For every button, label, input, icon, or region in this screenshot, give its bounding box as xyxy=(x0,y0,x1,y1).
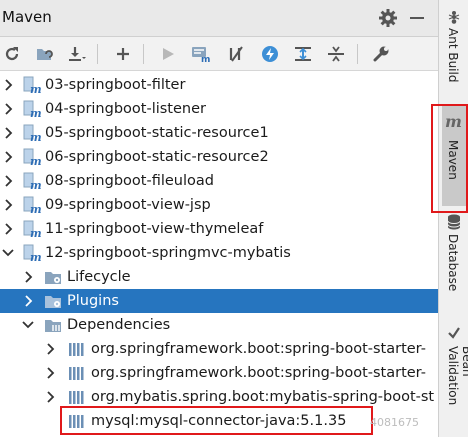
project-tree: m 03-springboot-filter m 04-springboot-l… xyxy=(0,71,438,437)
chevron-right-icon[interactable] xyxy=(4,223,14,235)
collapse-all-icon[interactable] xyxy=(325,43,347,65)
library-icon xyxy=(69,391,84,404)
svg-text:m: m xyxy=(30,203,41,214)
bean-validation-icon xyxy=(448,327,460,339)
database-icon xyxy=(447,214,461,230)
chevron-right-icon[interactable] xyxy=(4,127,14,139)
maven-module-icon: m xyxy=(23,172,41,190)
library-icon xyxy=(69,367,84,380)
tree-row-module[interactable]: m 05-springboot-static-resource1 xyxy=(0,121,438,145)
folder-plugin-icon xyxy=(45,296,61,308)
chevron-right-icon[interactable] xyxy=(4,199,14,211)
svg-text:m: m xyxy=(30,107,41,118)
add-icon[interactable] xyxy=(112,43,134,65)
toolbar: m xyxy=(0,37,438,71)
tree-row-label: Lifecycle xyxy=(67,269,131,285)
tree-row-label: org.mybatis.spring.boot:mybatis-spring-b… xyxy=(91,389,435,405)
maven-module-icon: m xyxy=(23,220,41,238)
svg-text:m: m xyxy=(30,227,41,238)
tab-label: Ant Build xyxy=(446,28,460,83)
tree-row-label: 05-springboot-static-resource1 xyxy=(45,125,269,141)
chevron-right-icon[interactable] xyxy=(46,343,56,355)
tree-row-label: Plugins xyxy=(67,293,119,309)
execute-goal-icon[interactable]: m xyxy=(189,43,211,65)
maven-module-icon: m xyxy=(23,100,41,118)
reload-icon[interactable] xyxy=(1,43,23,65)
show-dependencies-icon[interactable] xyxy=(292,43,314,65)
download-icon[interactable] xyxy=(66,43,88,65)
svg-text:m: m xyxy=(30,131,41,142)
tree-row-module[interactable]: m 03-springboot-filter xyxy=(0,73,438,97)
chevron-right-icon[interactable] xyxy=(46,367,56,379)
tree-row-label: org.springframework.boot:spring-boot-sta… xyxy=(91,341,426,357)
svg-text:m: m xyxy=(201,55,210,63)
tree-row-label: Dependencies xyxy=(67,317,171,333)
tree-row-label: 09-springboot-view-jsp xyxy=(45,197,211,213)
svg-text:m: m xyxy=(30,83,41,94)
watermark: 4081675 xyxy=(370,416,419,429)
chevron-right-icon[interactable] xyxy=(4,79,14,91)
settings-wrench-icon[interactable] xyxy=(370,43,392,65)
window-title: Maven xyxy=(2,8,52,26)
chevron-right-icon[interactable] xyxy=(4,175,14,187)
title-bar: Maven xyxy=(0,0,438,37)
tree-row-label: org.springframework.boot:spring-boot-sta… xyxy=(91,365,426,381)
tree-row-label: 12-springboot-springmvc-mybatis xyxy=(45,245,291,261)
tree-row-label: 06-springboot-static-resource2 xyxy=(45,149,269,165)
run-icon[interactable] xyxy=(157,43,179,65)
chevron-down-icon[interactable] xyxy=(22,319,34,331)
tab-label: Database xyxy=(446,234,460,292)
tab-database[interactable]: Database xyxy=(439,210,468,300)
tree-row-module[interactable]: m 08-springboot-fileuload xyxy=(0,169,438,193)
svg-text:m: m xyxy=(30,251,41,262)
minimize-icon[interactable] xyxy=(410,17,424,19)
chevron-right-icon[interactable] xyxy=(24,295,34,307)
tree-row-label: 03-springboot-filter xyxy=(45,77,186,93)
folder-dependencies-icon xyxy=(45,320,61,332)
folder-gear-icon xyxy=(45,272,61,284)
skip-tests-icon[interactable] xyxy=(259,43,281,65)
highlight-box-mysql-dependency xyxy=(60,406,373,435)
library-icon xyxy=(69,343,84,356)
ant-icon xyxy=(448,11,460,24)
tree-row-label: 04-springboot-listener xyxy=(45,101,206,117)
chevron-right-icon[interactable] xyxy=(4,151,14,163)
chevron-right-icon[interactable] xyxy=(24,271,34,283)
svg-text:m: m xyxy=(30,179,41,190)
tree-row-dependency[interactable]: org.springframework.boot:spring-boot-sta… xyxy=(0,361,438,385)
tree-row-lifecycle[interactable]: Lifecycle xyxy=(0,265,438,289)
gear-icon[interactable] xyxy=(378,8,398,28)
tree-row-label: 08-springboot-fileuload xyxy=(45,173,214,189)
tab-label: Bean Validation xyxy=(446,346,468,406)
chevron-right-icon[interactable] xyxy=(4,103,14,115)
highlight-box-maven-tab xyxy=(431,104,468,213)
right-tool-stripe: Ant Build m Maven Database Bean Validati… xyxy=(438,0,468,437)
tree-row-label: 11-springboot-view-thymeleaf xyxy=(45,221,264,237)
toggle-offline-icon[interactable] xyxy=(226,43,248,65)
tree-row-dependency[interactable]: org.springframework.boot:spring-boot-sta… xyxy=(0,337,438,361)
tree-row-module[interactable]: m 11-springboot-view-thymeleaf xyxy=(0,217,438,241)
maven-module-icon: m xyxy=(23,76,41,94)
tree-row-module[interactable]: m 12-springboot-springmvc-mybatis xyxy=(0,241,438,265)
tree-row-dependencies[interactable]: Dependencies xyxy=(0,313,438,337)
tree-row-plugins[interactable]: Plugins xyxy=(0,289,438,313)
tab-bean-validation[interactable]: Bean Validation xyxy=(439,320,468,437)
maven-module-icon: m xyxy=(23,148,41,166)
tab-ant-build[interactable]: Ant Build xyxy=(439,6,468,96)
maven-module-icon: m xyxy=(23,124,41,142)
tree-row-module[interactable]: m 04-springboot-listener xyxy=(0,97,438,121)
chevron-down-icon[interactable] xyxy=(2,247,14,259)
maven-module-icon: m xyxy=(23,196,41,214)
maven-tool-window: Maven m m 03-springboot-filter m 04-spri… xyxy=(0,0,438,437)
tree-row-module[interactable]: m 09-springboot-view-jsp xyxy=(0,193,438,217)
svg-text:m: m xyxy=(30,155,41,166)
maven-module-icon: m xyxy=(23,244,41,262)
chevron-right-icon[interactable] xyxy=(46,391,56,403)
generate-sources-icon[interactable] xyxy=(34,43,56,65)
tree-row-module[interactable]: m 06-springboot-static-resource2 xyxy=(0,145,438,169)
